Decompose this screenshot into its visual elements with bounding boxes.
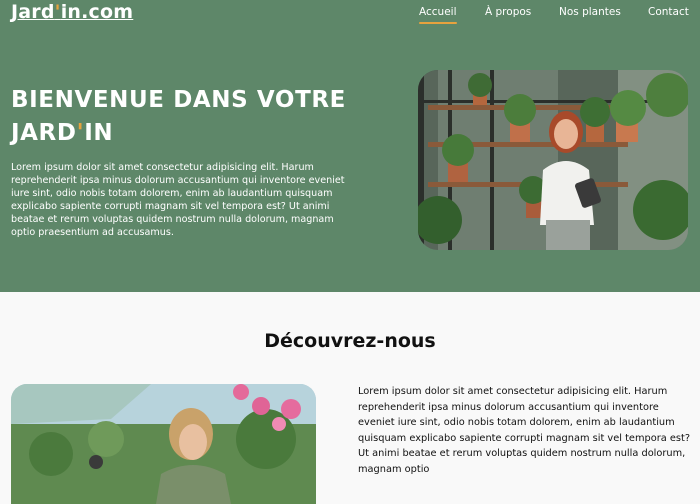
nav-link-accueil[interactable]: Accueil [419, 6, 457, 24]
hero-section: Jard'in.com Accueil À propos Nos plantes… [0, 0, 700, 292]
hero-description: Lorem ipsum dolor sit amet consectetur a… [11, 162, 345, 238]
logo-text-main: Jard [11, 1, 55, 23]
hero-image-greenhouse-woman [418, 70, 688, 250]
site-logo[interactable]: Jard'in.com [11, 1, 133, 23]
section-image-florist [11, 384, 316, 504]
section-title: Découvrez-nous [264, 330, 436, 352]
nav-link-a-propos[interactable]: À propos [485, 6, 531, 18]
hero-title-line2-rest: IN [84, 120, 114, 146]
section-description: Lorem ipsum dolor sit amet consectetur a… [358, 386, 691, 475]
nav-link-contact[interactable]: Contact [648, 6, 689, 18]
hero-title-line1: BIENVENUE DANS VOTRE [11, 87, 346, 113]
florist-illustration [11, 384, 316, 504]
hero-title-line2-main: JARD [11, 120, 77, 146]
hero-title: BIENVENUE DANS VOTRE JARD'IN [11, 84, 371, 150]
logo-text-rest: in.com [60, 1, 134, 23]
greenhouse-illustration [418, 70, 688, 250]
nav-link-nos-plantes[interactable]: Nos plantes [559, 6, 621, 18]
